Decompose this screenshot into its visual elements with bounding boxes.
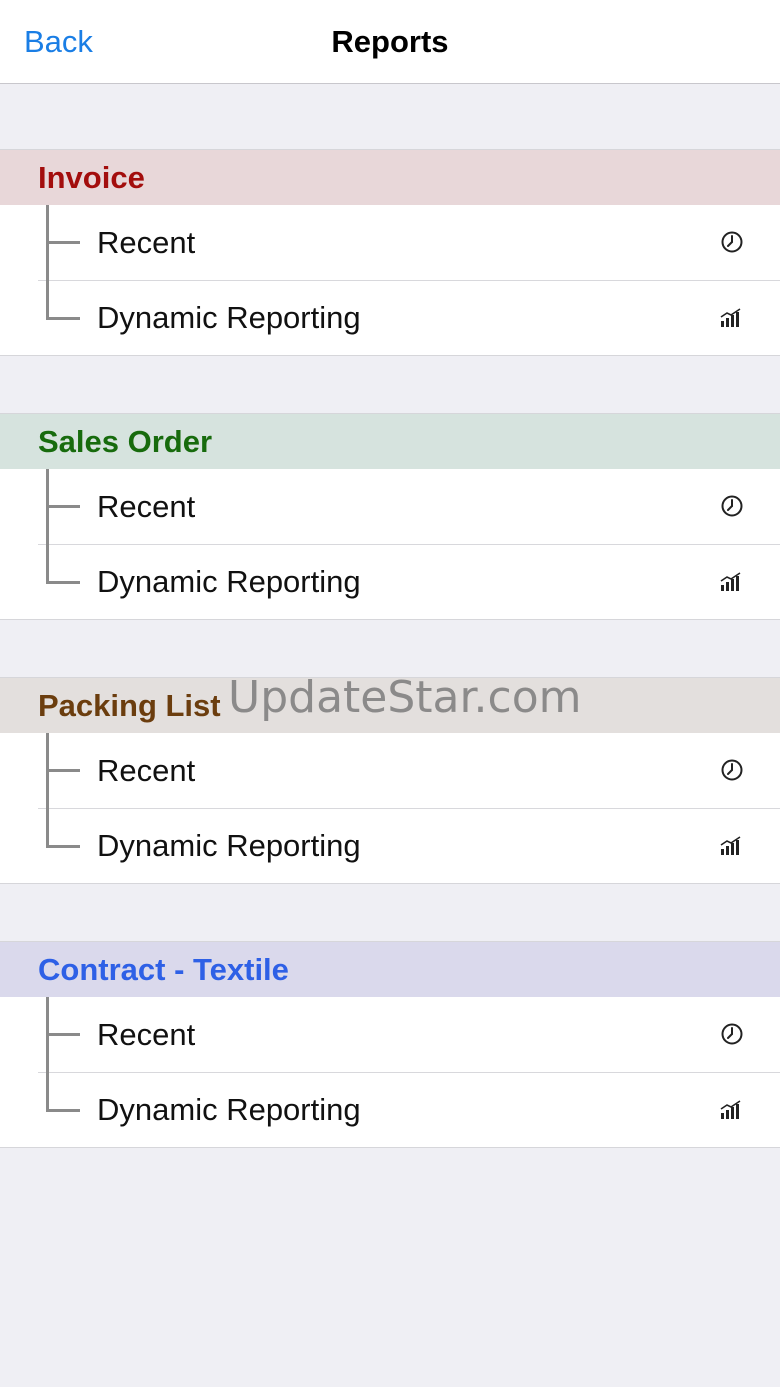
tree-line <box>46 544 49 582</box>
tree-branch <box>46 505 80 508</box>
row-recent[interactable]: Recent <box>0 205 780 280</box>
section-title: Packing List <box>38 687 221 723</box>
section-header: Invoice <box>0 149 780 205</box>
row-recent[interactable]: Recent <box>0 733 780 808</box>
section-header: Sales Order <box>0 413 780 469</box>
row-dynamic-reporting[interactable]: Dynamic Reporting <box>0 280 780 355</box>
row-dynamic-reporting[interactable]: Dynamic Reporting <box>0 808 780 883</box>
row-recent[interactable]: Recent <box>0 997 780 1072</box>
row-label: Recent <box>97 224 196 260</box>
section-sales-order: Sales Order Recent Dynamic Reporting <box>0 413 780 620</box>
tree-branch <box>46 845 80 848</box>
row-label: Recent <box>97 488 196 524</box>
row-dynamic-reporting[interactable]: Dynamic Reporting <box>0 544 780 619</box>
row-label: Recent <box>97 752 196 788</box>
section-rows: Recent Dynamic Reporting <box>0 205 780 356</box>
tree-line <box>46 808 49 846</box>
clock-icon <box>721 1023 743 1045</box>
signal-bars-icon <box>720 836 741 855</box>
row-label: Dynamic Reporting <box>97 299 361 335</box>
tree-branch <box>46 1033 80 1036</box>
page-title: Reports <box>331 24 449 59</box>
row-label: Dynamic Reporting <box>97 563 361 599</box>
clock-icon <box>721 231 743 253</box>
section-invoice: Invoice Recent Dynamic Reporting <box>0 149 780 356</box>
section-title: Contract - Textile <box>38 951 289 987</box>
section-title: Sales Order <box>38 423 213 459</box>
row-label: Dynamic Reporting <box>97 1091 361 1127</box>
section-rows: Recent Dynamic Reporting <box>0 997 780 1148</box>
row-label: Dynamic Reporting <box>97 827 361 863</box>
section-header: Packing List <box>0 677 780 733</box>
signal-bars-icon <box>720 572 741 591</box>
section-packing-list: Packing List Recent Dynamic Reporting <box>0 677 780 884</box>
section-rows: Recent Dynamic Reporting <box>0 469 780 620</box>
tree-line <box>46 1072 49 1110</box>
row-label: Recent <box>97 1016 196 1052</box>
tree-branch <box>46 769 80 772</box>
clock-icon <box>721 759 743 781</box>
section-contract-textile: Contract - Textile Recent Dynamic Report… <box>0 941 780 1148</box>
tree-branch <box>46 1109 80 1112</box>
section-rows: Recent Dynamic Reporting <box>0 733 780 884</box>
navigation-bar: Back Reports <box>0 0 780 84</box>
signal-bars-icon <box>720 1100 741 1119</box>
section-header: Contract - Textile <box>0 941 780 997</box>
row-recent[interactable]: Recent <box>0 469 780 544</box>
section-title: Invoice <box>38 159 145 195</box>
tree-branch <box>46 317 80 320</box>
tree-branch <box>46 581 80 584</box>
row-dynamic-reporting[interactable]: Dynamic Reporting <box>0 1072 780 1147</box>
tree-branch <box>46 241 80 244</box>
signal-bars-icon <box>720 308 741 327</box>
tree-line <box>46 280 49 318</box>
clock-icon <box>721 495 743 517</box>
